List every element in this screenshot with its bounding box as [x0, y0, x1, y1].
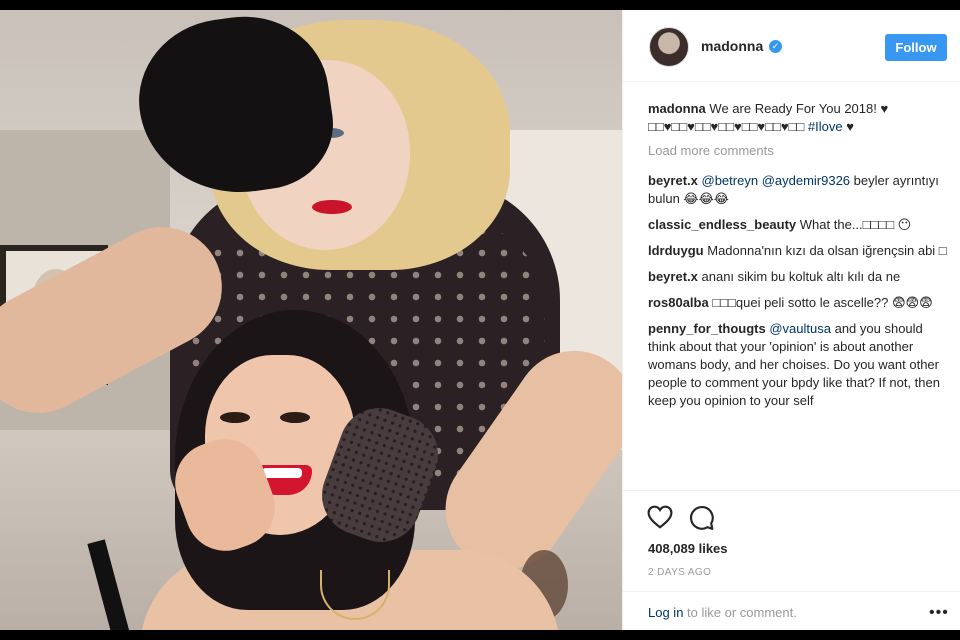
load-more-comments[interactable]: Load more comments [648, 142, 948, 160]
comment-username[interactable]: beyret.x [648, 173, 698, 188]
comments-list[interactable]: madonna We are Ready For You 2018! ♥ □□♥… [648, 100, 948, 482]
list-item: penny_for_thougts @vaultusa and you shou… [648, 320, 948, 410]
instagram-post-window: madonna ✓ Follow madonna We are Ready Fo… [0, 10, 960, 630]
list-item: ros80alba □□□quei peli sotto le ascelle?… [648, 294, 948, 312]
more-options-icon[interactable]: ••• [929, 604, 949, 622]
comment-text: What the...□□□□ 😶 [799, 217, 912, 232]
caption: madonna We are Ready For You 2018! ♥ □□♥… [648, 101, 889, 134]
list-item: classic_endless_beauty What the...□□□□ 😶 [648, 216, 948, 234]
caption-hashtag[interactable]: #Ilove [808, 119, 843, 134]
comment-username[interactable]: penny_for_thougts [648, 321, 766, 336]
comment-mention[interactable]: @vaultusa [769, 321, 831, 336]
follow-button[interactable]: Follow [885, 34, 947, 61]
comment-text: Madonna'nın kızı da olsan iğrençsin abi … [707, 243, 947, 258]
post-photo[interactable] [0, 10, 622, 630]
username-link[interactable]: madonna [701, 38, 763, 54]
login-text: to like or comment. [683, 605, 797, 620]
comment-username[interactable]: beyret.x [648, 269, 698, 284]
likes-count[interactable]: 408,089 likes [648, 541, 728, 556]
comment-mention[interactable]: @betreyn [702, 173, 759, 188]
comment-username[interactable]: ros80alba [648, 295, 709, 310]
heart-icon[interactable] [647, 505, 673, 529]
comment-mention[interactable]: @aydemir9326 [762, 173, 850, 188]
comment-text: □□□quei peli sotto le ascelle?? 😨😨😨 [712, 295, 933, 310]
post-header: madonna ✓ Follow [623, 10, 960, 82]
verified-badge-icon: ✓ [769, 40, 782, 53]
post-side-panel: madonna ✓ Follow madonna We are Ready Fo… [622, 10, 960, 630]
login-link[interactable]: Log in [648, 605, 683, 620]
comment-text: ananı sikim bu koltuk altı kılı da ne [701, 269, 901, 284]
comment-username[interactable]: ldrduygu [648, 243, 704, 258]
list-item: ldrduygu Madonna'nın kızı da olsan iğren… [648, 242, 948, 260]
post-actions: 408,089 likes 2 DAYS AGO Log in to like … [623, 490, 960, 630]
post-timestamp[interactable]: 2 DAYS AGO [648, 567, 711, 578]
login-bar: Log in to like or comment. ••• [623, 591, 960, 631]
avatar[interactable] [649, 27, 689, 67]
list-item: beyret.x ananı sikim bu koltuk altı kılı… [648, 268, 948, 286]
comment-username[interactable]: classic_endless_beauty [648, 217, 796, 232]
list-item: beyret.x @betreyn @aydemir9326 beyler ay… [648, 172, 948, 208]
caption-username[interactable]: madonna [648, 101, 706, 116]
comment-icon[interactable] [689, 505, 715, 531]
